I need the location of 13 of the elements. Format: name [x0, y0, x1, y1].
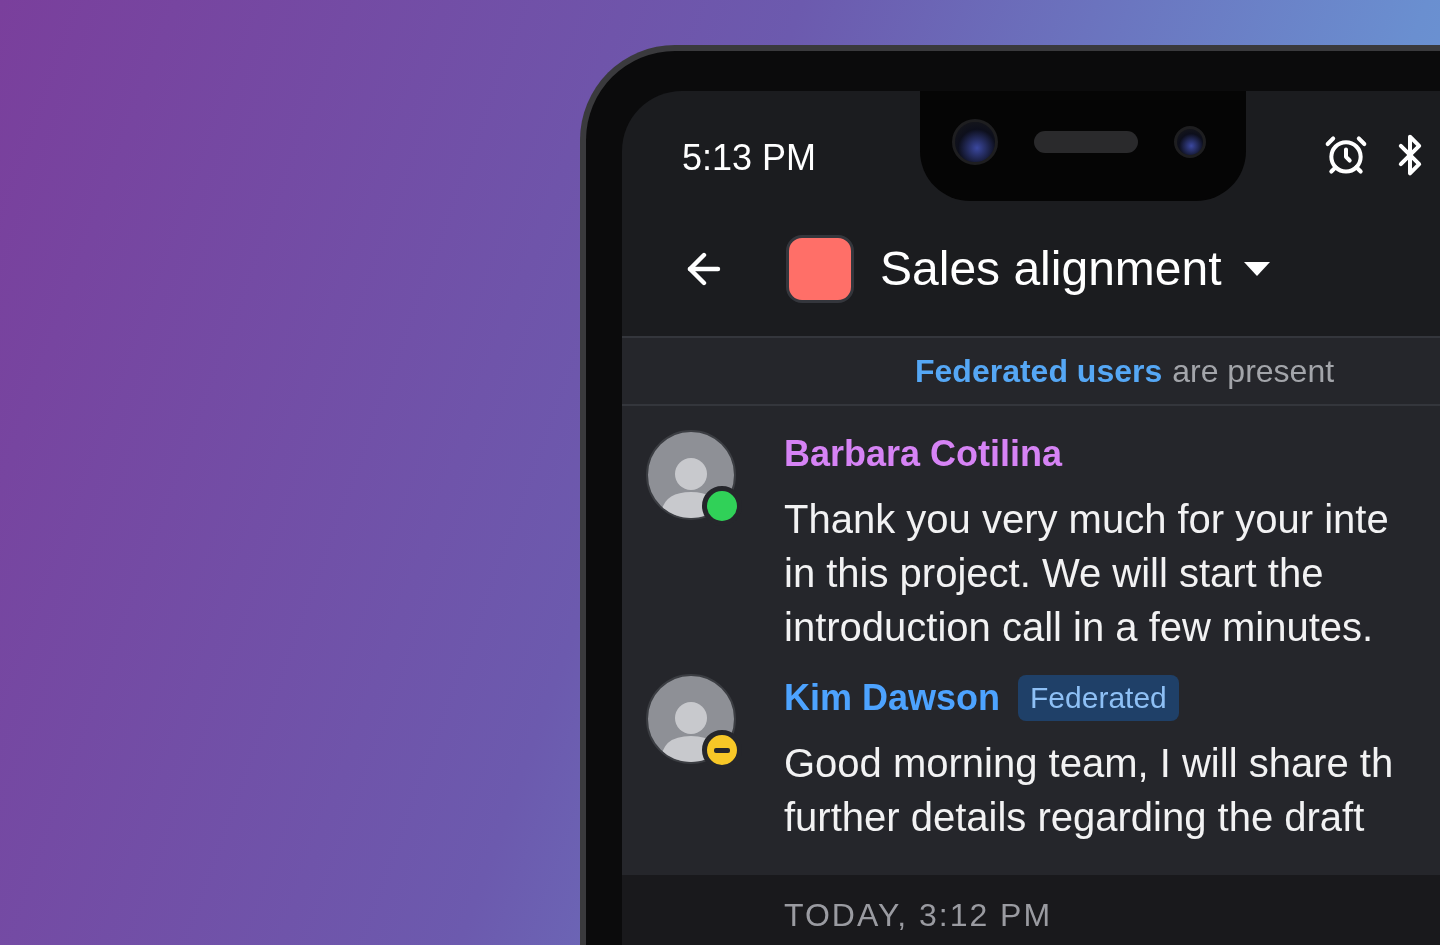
author-name[interactable]: Barbara Cotilina — [784, 433, 1063, 475]
message-text: Good morning team, I will share th further details regarding the draft — [784, 740, 1394, 841]
room-avatar — [786, 234, 854, 303]
date-separator: TODAY, 3:12 PM — [784, 896, 1053, 934]
banner-text: are present — [1172, 352, 1335, 390]
alarm-clock-icon — [1324, 133, 1368, 177]
federated-tag: Federated — [1018, 675, 1179, 721]
status-time: 5:13 PM — [681, 136, 818, 179]
caret-icon — [1243, 261, 1270, 276]
author-name[interactable]: Kim Dawson — [784, 677, 1001, 719]
message-text: Thank you very much for your inte in this project. We will start the introduction call in a few minutes. — [784, 496, 1389, 651]
federated-users-link[interactable]: Federated users — [915, 352, 1163, 390]
room-title-dropdown[interactable]: Sales alignment — [880, 241, 1270, 296]
